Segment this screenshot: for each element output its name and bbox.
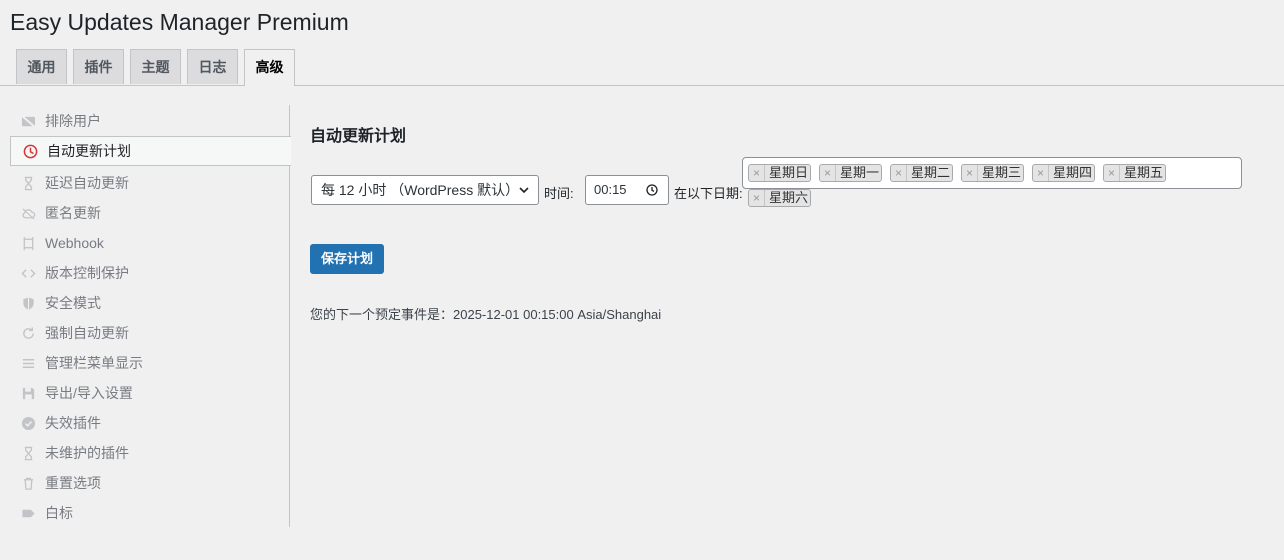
sidebar-item-label: 延迟自动更新 xyxy=(45,175,129,191)
sidebar-item-exclude-users[interactable]: 排除用户 xyxy=(10,106,290,136)
code-icon xyxy=(20,265,36,281)
remove-icon[interactable]: × xyxy=(1104,165,1120,181)
chevron-down-icon xyxy=(519,187,529,194)
tab-plugins[interactable]: 插件 xyxy=(73,49,124,84)
tab-logs[interactable]: 日志 xyxy=(187,49,238,84)
day-chip: × 星期四 xyxy=(1032,164,1096,182)
menu-icon xyxy=(20,355,36,371)
day-chip-label: 星期五 xyxy=(1124,165,1164,180)
day-chip-label: 星期二 xyxy=(911,165,951,180)
sidebar-item-label: 排除用户 xyxy=(45,113,101,129)
shield-icon xyxy=(20,295,36,311)
day-chip: × 星期日 xyxy=(748,164,812,182)
trash-icon xyxy=(20,475,36,491)
sidebar-item-label: 管理栏菜单显示 xyxy=(45,355,143,371)
hourglass-icon xyxy=(20,445,36,461)
sidebar-item-label: 强制自动更新 xyxy=(45,325,129,341)
clock-icon[interactable] xyxy=(646,184,658,196)
sidebar-item-label: 版本控制保护 xyxy=(45,265,129,281)
hourglass-icon xyxy=(20,175,36,191)
remove-icon[interactable]: × xyxy=(891,165,907,181)
sidebar-item-export-import[interactable]: 导出/导入设置 xyxy=(10,378,290,408)
day-chip-label: 星期三 xyxy=(982,165,1022,180)
webhook-icon xyxy=(20,235,36,251)
sidebar-item-webhook[interactable]: Webhook xyxy=(10,228,290,258)
tag-icon xyxy=(20,505,36,521)
day-chip-label: 星期日 xyxy=(769,165,809,180)
sidebar-item-label: 导出/导入设置 xyxy=(45,385,133,401)
advanced-sidebar: 排除用户 自动更新计划 延迟自动更新 匿名更新 Webhook 版本控制保护 安… xyxy=(10,105,291,528)
tab-general[interactable]: 通用 xyxy=(16,49,67,84)
save-icon xyxy=(20,385,36,401)
sidebar-item-label: 重置选项 xyxy=(45,475,101,491)
day-chip: × 星期二 xyxy=(890,164,954,182)
sidebar-item-label: 安全模式 xyxy=(45,295,101,311)
day-chip: × 星期一 xyxy=(819,164,883,182)
sidebar-item-reset-options[interactable]: 重置选项 xyxy=(10,468,290,498)
check-circle-icon xyxy=(20,415,36,431)
sidebar-item-label: 未维护的插件 xyxy=(45,445,129,461)
remove-icon[interactable]: × xyxy=(962,165,978,181)
sidebar-item-update-schedule[interactable]: 自动更新计划 xyxy=(10,136,291,166)
sidebar-item-admin-bar[interactable]: 管理栏菜单显示 xyxy=(10,348,290,378)
day-chip-label: 星期四 xyxy=(1053,165,1093,180)
days-label: 在以下日期: xyxy=(674,186,743,201)
sidebar-item-force-updates[interactable]: 强制自动更新 xyxy=(10,318,290,348)
page-title: Easy Updates Manager Premium xyxy=(10,9,349,35)
clock-icon xyxy=(22,143,38,159)
day-chip-label: 星期一 xyxy=(840,165,880,180)
frequency-select[interactable]: 每 12 小时 （WordPress 默认） xyxy=(311,175,539,205)
sidebar-item-label: Webhook xyxy=(45,235,104,251)
remove-icon[interactable]: × xyxy=(749,165,765,181)
day-chip: × 星期五 xyxy=(1103,164,1167,182)
time-label: 时间: xyxy=(544,186,574,201)
sidebar-item-safe-mode[interactable]: 安全模式 xyxy=(10,288,290,318)
frequency-value: 每 12 小时 （WordPress 默认） xyxy=(321,182,520,198)
refresh-icon xyxy=(20,325,36,341)
next-event-text: 您的下一个预定事件是：2025-12-01 00:15:00 Asia/Shan… xyxy=(310,307,662,322)
tab-advanced[interactable]: 高级 xyxy=(244,49,295,86)
remove-icon[interactable]: × xyxy=(820,165,836,181)
sidebar-item-delay-updates[interactable]: 延迟自动更新 xyxy=(10,168,290,198)
remove-icon[interactable]: × xyxy=(749,190,765,206)
sidebar-item-version-control[interactable]: 版本控制保护 xyxy=(10,258,290,288)
time-input[interactable]: 00:15 xyxy=(585,175,669,205)
sidebar-item-label: 匿名更新 xyxy=(45,205,101,221)
sidebar-item-anonymous-updates[interactable]: 匿名更新 xyxy=(10,198,290,228)
sidebar-item-dead-plugins[interactable]: 失效插件 xyxy=(10,408,290,438)
sidebar-item-label: 失效插件 xyxy=(45,415,101,431)
day-chip-label: 星期六 xyxy=(769,190,809,205)
sidebar-item-label: 白标 xyxy=(45,505,73,521)
section-title: 自动更新计划 xyxy=(310,128,407,145)
sidebar-item-label: 自动更新计划 xyxy=(47,143,131,159)
time-value: 00:15 xyxy=(594,182,627,197)
save-schedule-button[interactable]: 保存计划 xyxy=(310,244,384,274)
sidebar-item-white-label[interactable]: 白标 xyxy=(10,498,290,528)
tab-themes[interactable]: 主题 xyxy=(130,49,181,84)
sidebar-item-unmaintained-plugins[interactable]: 未维护的插件 xyxy=(10,438,290,468)
remove-icon[interactable]: × xyxy=(1033,165,1049,181)
day-chip: × 星期六 xyxy=(748,189,812,207)
cloud-icon xyxy=(20,205,36,221)
day-chip: × 星期三 xyxy=(961,164,1025,182)
nav-tabs: 通用 插件 主题 日志 高级 xyxy=(0,48,1284,86)
user-excluded-icon xyxy=(20,113,36,129)
days-multiselect[interactable]: × 星期日 × 星期一 × 星期二 × 星期三 × 星期四 × 星期五 × 星期… xyxy=(742,157,1242,207)
